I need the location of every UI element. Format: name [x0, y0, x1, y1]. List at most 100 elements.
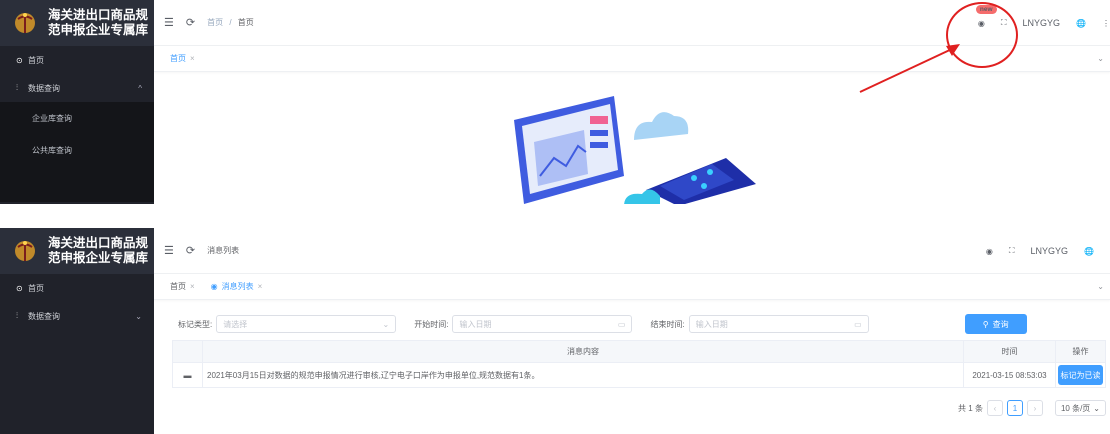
- sidebar-subitem-label: 公共库查询: [32, 145, 72, 155]
- sidebar-item-data-query[interactable]: ⫶ 数据查询 ⌄: [0, 302, 154, 330]
- sidebar-subitem-label: 企业库查询: [32, 113, 72, 123]
- message-table: 消息内容 时间 操作 ▬ 2021年03月15日对数据的规范申报情况进行审核,辽…: [172, 340, 1106, 388]
- sidebar-item-label: 数据查询: [28, 83, 60, 93]
- table-row[interactable]: ▬ 2021年03月15日对数据的规范申报情况进行审核,辽宁电子口岸作为申报单位…: [172, 362, 1106, 388]
- sidebar-subitem-public[interactable]: 公共库查询: [0, 134, 154, 166]
- type-placeholder: 请选择: [223, 319, 248, 329]
- calendar-icon: ▭: [854, 319, 862, 329]
- mark-read-button[interactable]: 标记为已读: [1058, 365, 1103, 385]
- username[interactable]: LNYGYG: [1031, 246, 1069, 256]
- tab-home[interactable]: 首页 ×: [164, 51, 201, 66]
- refresh-icon[interactable]: ⟳: [186, 244, 195, 257]
- start-date-input[interactable]: 输入日期 ▭: [452, 315, 633, 333]
- tab-label: 消息列表: [221, 282, 254, 291]
- chart-icon: ⫶: [16, 83, 18, 92]
- tabs-bar: 首页 × ◉ 消息列表 × ⌄: [154, 274, 1110, 300]
- chevron-down-icon[interactable]: ⌄: [1097, 54, 1104, 63]
- dot-icon: ◉: [210, 282, 218, 291]
- breadcrumb-separator: /: [229, 18, 232, 27]
- table-header-cell: 时间: [963, 340, 1056, 363]
- refresh-icon[interactable]: ⟳: [186, 16, 195, 29]
- chevron-down-icon[interactable]: ⌄: [1097, 282, 1104, 291]
- message-icon: ▬: [172, 362, 203, 388]
- sidebar-item-home[interactable]: ⊙ 首页: [0, 46, 154, 74]
- sidebar-item-home[interactable]: ⊙ 首页: [0, 274, 154, 302]
- next-page-button[interactable]: ›: [1026, 400, 1043, 416]
- table-header-cell: [172, 340, 203, 363]
- end-label: 结束时间:: [650, 319, 685, 329]
- tab-label: 首页: [170, 282, 186, 291]
- chevron-up-icon: ^: [138, 83, 142, 93]
- close-icon[interactable]: ×: [258, 282, 263, 291]
- page-size-select[interactable]: 10 条/页 ⌄: [1054, 400, 1106, 416]
- app-title-line2: 范申报企业专属库: [48, 23, 149, 37]
- annotation-circle: [946, 2, 1018, 68]
- breadcrumb-home[interactable]: 首页: [207, 18, 223, 27]
- sidebar: 海关进出口商品规 范申报企业专属库 ⊙ 首页 ⫶ 数据查询 ^ 企业库查询 公共…: [0, 0, 154, 204]
- start-label: 开始时间:: [414, 319, 449, 329]
- chevron-down-icon: ⌄: [1093, 403, 1100, 413]
- sidebar-subitem-enterprise[interactable]: 企业库查询: [0, 102, 154, 134]
- close-icon[interactable]: ×: [190, 54, 195, 63]
- breadcrumb-current: 首页: [237, 18, 254, 27]
- welcome-illustration: [514, 96, 756, 204]
- main-area: ☰ ⟳ 消息列表 ◉ ⛶ LNYGYG 🌐 首页 × ◉ 消息列表 × ⌄ 标记类型…: [154, 228, 1110, 434]
- breadcrumb-current: 消息列表: [207, 246, 240, 255]
- tab-message-list[interactable]: ◉ 消息列表 ×: [204, 279, 269, 294]
- page-size-label: 10 条/页: [1060, 403, 1091, 413]
- tab-home[interactable]: 首页 ×: [164, 279, 201, 294]
- table-header-row: 消息内容 时间 操作: [172, 340, 1106, 363]
- sidebar-item-data-query[interactable]: ⫶ 数据查询 ^: [0, 74, 154, 102]
- pagination: 共 1 条 ‹ 1 › 10 条/页 ⌄: [958, 400, 1106, 416]
- total-count: 共 1 条: [958, 403, 983, 413]
- sidebar-item-label: 首页: [28, 55, 44, 65]
- header-right: ◉ ⛶ LNYGYG 🌐: [986, 228, 1110, 274]
- app-title-line2: 范申报企业专属库: [48, 251, 149, 265]
- language-icon[interactable]: 🌐: [1076, 19, 1086, 28]
- menu-fold-icon[interactable]: ☰: [164, 244, 174, 257]
- chevron-down-icon: ⌄: [382, 319, 390, 329]
- sidebar-item-label: 数据查询: [28, 311, 60, 321]
- search-icon: ⚲: [982, 319, 989, 329]
- type-select[interactable]: 请选择 ⌄: [216, 315, 397, 333]
- more-icon[interactable]: ⋮: [1102, 19, 1110, 28]
- end-date-input[interactable]: 输入日期 ▭: [688, 315, 869, 333]
- sidebar-item-label: 首页: [28, 283, 44, 293]
- app-title-line1: 海关进出口商品规: [48, 8, 149, 22]
- bottom-screenshot: 海关进出口商品规 范申报企业专属库 ⊙ 首页 ⫶ 数据查询 ⌄ ☰ ⟳ 消息列表…: [0, 228, 1110, 434]
- fullscreen-icon[interactable]: ⛶: [1009, 246, 1015, 256]
- language-icon[interactable]: 🌐: [1084, 247, 1094, 256]
- end-placeholder: 输入日期: [695, 319, 728, 329]
- chevron-down-icon: ⌄: [135, 311, 142, 321]
- app-title: 海关进出口商品规 范申报企业专属库: [48, 8, 148, 38]
- breadcrumb: 首页 / 首页: [207, 17, 254, 28]
- home-icon: ⊙: [16, 283, 23, 293]
- close-icon[interactable]: ×: [190, 282, 195, 291]
- query-button[interactable]: ⚲ 查询: [964, 314, 1027, 334]
- action-cell: 标记为已读: [1055, 362, 1106, 388]
- app-title-line1: 海关进出口商品规: [48, 236, 149, 250]
- customs-emblem-icon: [15, 241, 35, 261]
- top-screenshot: 海关进出口商品规 范申报企业专属库 ⊙ 首页 ⫶ 数据查询 ^ 企业库查询 公共…: [0, 0, 1110, 204]
- customs-emblem-icon: [15, 13, 35, 33]
- message-icon[interactable]: ◉: [986, 247, 993, 256]
- chart-icon: ⫶: [16, 311, 18, 320]
- home-icon: ⊙: [16, 55, 23, 65]
- app-logo: 海关进出口商品规 范申报企业专属库: [0, 0, 154, 46]
- page-number[interactable]: 1: [1006, 400, 1023, 416]
- sidebar: 海关进出口商品规 范申报企业专属库 ⊙ 首页 ⫶ 数据查询 ⌄: [0, 228, 154, 434]
- tab-label: 首页: [170, 54, 186, 63]
- app-logo: 海关进出口商品规 范申报企业专属库: [0, 228, 154, 274]
- table-header-cell: 操作: [1055, 340, 1106, 363]
- prev-page-button[interactable]: ‹: [986, 400, 1003, 416]
- username[interactable]: LNYGYG: [1023, 18, 1061, 28]
- menu-fold-icon[interactable]: ☰: [164, 16, 174, 29]
- query-button-label: 查询: [992, 319, 1009, 329]
- table-header-cell: 消息内容: [202, 340, 964, 363]
- type-label: 标记类型:: [178, 319, 213, 329]
- header: ☰ ⟳ 消息列表 ◉ ⛶ LNYGYG 🌐: [154, 228, 1110, 274]
- message-time: 2021-03-15 08:53:03: [963, 362, 1056, 388]
- breadcrumb: 消息列表: [207, 245, 239, 256]
- calendar-icon: ▭: [617, 319, 626, 329]
- start-placeholder: 输入日期: [459, 319, 492, 329]
